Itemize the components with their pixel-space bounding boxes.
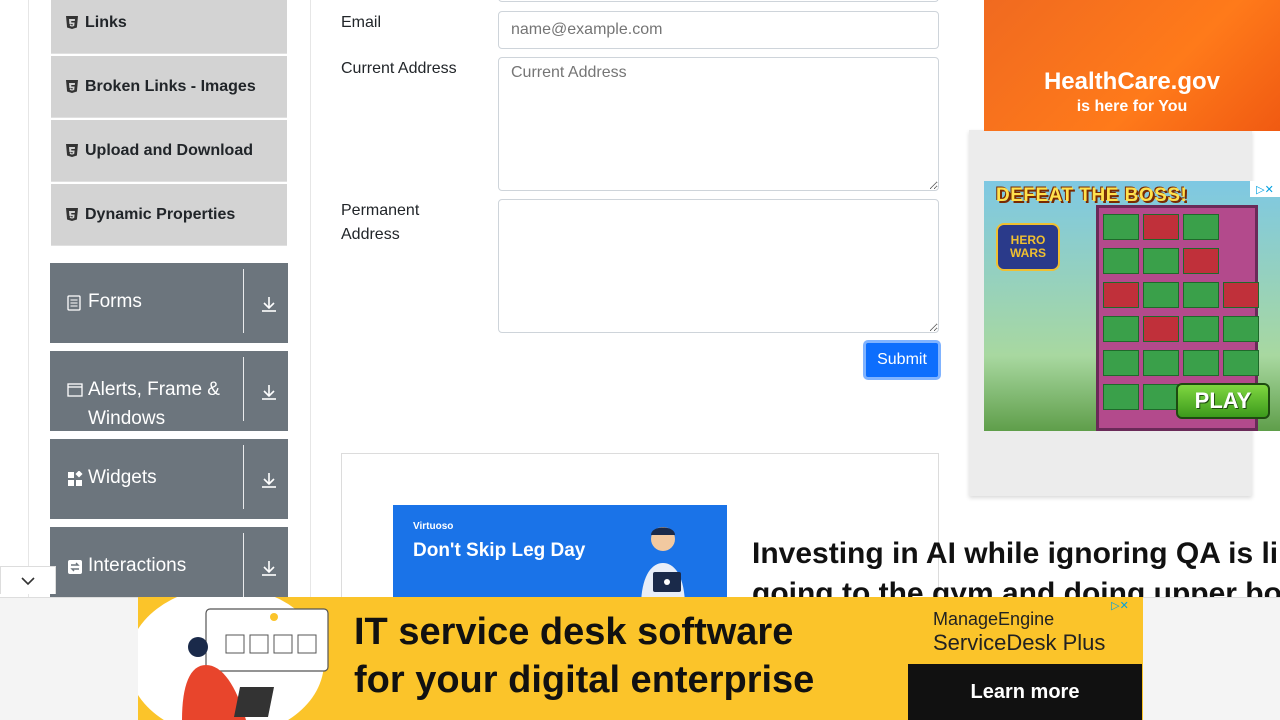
group-label: Forms <box>88 291 142 312</box>
ad-text: HealthCare.gov <box>1043 68 1221 95</box>
ad-brand: Virtuoso <box>413 521 454 532</box>
divider <box>243 357 244 421</box>
permanent-address-field[interactable] <box>498 199 939 333</box>
window-icon <box>67 383 83 399</box>
html5-icon <box>65 80 79 94</box>
person-illustration <box>641 527 685 600</box>
divider <box>243 533 244 597</box>
support-agent-illustration <box>182 608 329 720</box>
html5-icon <box>65 144 79 158</box>
widgets-icon <box>67 470 83 487</box>
left-panel: Links Broken Links - Images Upload and D… <box>28 0 311 607</box>
sidebar-item-label: Upload and Download <box>85 141 253 159</box>
group-label: Widgets <box>88 467 157 488</box>
game-ad[interactable]: ▷✕ DEFEAT THE BOSS! HERO WARS PLAY <box>984 181 1280 431</box>
ad-choices-icon[interactable]: ▷✕ <box>1105 597 1135 613</box>
download-icon[interactable] <box>260 471 278 489</box>
sidebar-item-broken-links[interactable]: Broken Links - Images <box>51 56 287 118</box>
ad-tagline: Don't Skip Leg Day <box>413 540 586 561</box>
sidebar-group-forms[interactable]: Forms <box>50 263 288 343</box>
divider <box>243 269 244 333</box>
previous-input-edge[interactable] <box>498 0 939 2</box>
html5-icon <box>65 208 79 222</box>
sidebar-item-links[interactable]: Links <box>51 0 287 54</box>
document-icon <box>67 295 83 311</box>
sidebar-item-upload-download[interactable]: Upload and Download <box>51 120 287 182</box>
group-label: Interactions <box>88 555 187 576</box>
sidebar-item-label: Links <box>85 13 127 31</box>
submit-button[interactable]: Submit <box>863 340 941 380</box>
divider <box>243 445 244 509</box>
current-address-field[interactable] <box>498 57 939 191</box>
ad-text: is here for You <box>1076 98 1188 115</box>
download-icon[interactable] <box>260 383 278 401</box>
sidebar-item-label: Dynamic Properties <box>85 205 236 223</box>
ad-headline: IT service desk software <box>354 611 794 653</box>
email-field[interactable] <box>498 11 939 49</box>
collapse-ad-button[interactable] <box>0 566 56 594</box>
play-button[interactable]: PLAY <box>1176 383 1270 419</box>
virtuoso-ad[interactable]: Virtuoso Don't Skip Leg Day <box>393 505 727 600</box>
headline-line: Investing in AI while ignoring QA is lik <box>752 537 1280 570</box>
ad-title: DEFEAT THE BOSS! <box>996 185 1188 206</box>
ad-brand: ManageEngine <box>933 609 1055 629</box>
download-icon[interactable] <box>260 295 278 313</box>
group-label: Alerts, Frame & Windows <box>88 379 220 429</box>
sidebar-item-dynamic-properties[interactable]: Dynamic Properties <box>51 184 287 246</box>
sidebar-group-alerts[interactable]: Alerts, Frame & Windows <box>50 351 288 431</box>
sidebar-item-label: Broken Links - Images <box>85 77 256 95</box>
download-icon[interactable] <box>260 559 278 577</box>
chevron-down-icon <box>21 576 35 585</box>
servicedesk-ad[interactable]: IT service desk software for your digita… <box>138 597 1143 720</box>
ad-choices-icon[interactable]: ▷✕ <box>1250 181 1280 197</box>
healthcare-ad[interactable]: HealthCare.gov is here for You <box>984 0 1280 131</box>
email-label: Email <box>341 14 382 31</box>
ad-headline: for your digital enterprise <box>354 659 815 701</box>
html5-icon <box>65 16 79 30</box>
sidebar-group-interactions[interactable]: Interactions <box>50 527 288 607</box>
ad-product: ServiceDesk Plus <box>933 630 1106 655</box>
permanent-address-label: Permanent Address <box>341 202 420 243</box>
learn-more-button[interactable]: Learn more <box>908 664 1142 720</box>
current-address-label: Current Address <box>341 60 457 77</box>
interactions-icon <box>67 559 83 575</box>
game-logo: HERO WARS <box>996 223 1060 271</box>
sidebar-group-widgets[interactable]: Widgets <box>50 439 288 519</box>
